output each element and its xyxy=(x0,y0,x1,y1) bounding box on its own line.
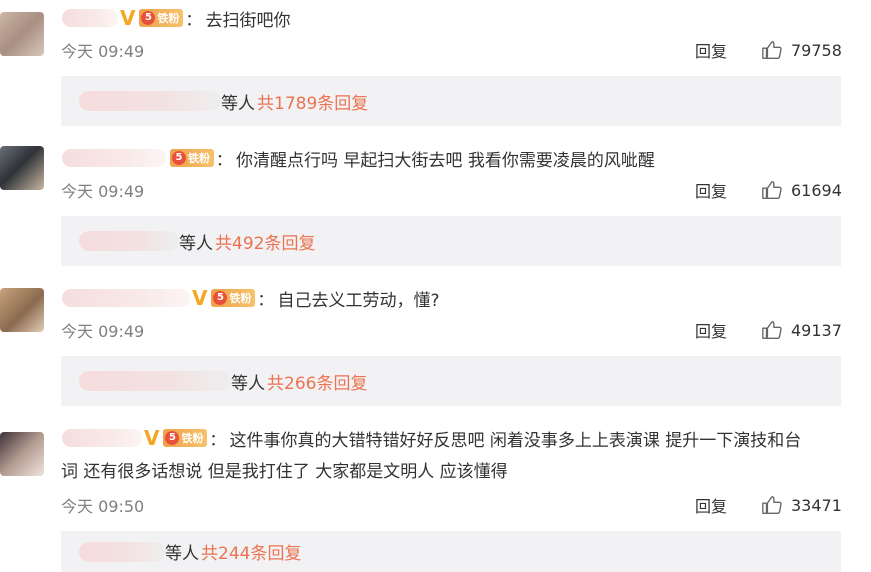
view-replies-link[interactable]: 共266条回复 xyxy=(267,369,367,394)
reply-users-blurred xyxy=(79,91,221,111)
comment-header: V 5 铁粉 ： 自己去义工劳动，懂? xyxy=(62,280,440,316)
reply-preview[interactable]: 等人 共492条回复 xyxy=(61,216,841,266)
reply-button[interactable]: 回复 xyxy=(695,493,727,517)
reply-button[interactable]: 回复 xyxy=(695,38,727,62)
verified-v-icon: V xyxy=(120,6,136,30)
like-button[interactable]: 49137 xyxy=(761,319,842,341)
reply-users-blurred xyxy=(79,371,231,391)
crown-icon: 5 xyxy=(141,11,156,25)
fan-badge-icon[interactable]: 5 铁粉 xyxy=(163,429,208,447)
thumbs-up-icon xyxy=(762,321,782,339)
fan-badge-label: 铁粉 xyxy=(157,12,180,25)
reply-suffix: 等人 xyxy=(165,544,199,564)
timestamp: 今天 09:49 xyxy=(61,42,145,61)
view-replies-link[interactable]: 共492条回复 xyxy=(215,229,315,254)
reply-preview[interactable]: 等人 共244条回复 xyxy=(61,531,841,572)
view-replies-link[interactable]: 共244条回复 xyxy=(201,539,301,564)
username-blurred[interactable] xyxy=(62,149,166,167)
reply-suffix: 等人 xyxy=(221,93,255,114)
reply-suffix: 等人 xyxy=(231,373,265,394)
reply-preview[interactable]: 等人 共1789条回复 xyxy=(61,76,841,126)
verified-v-icon: V xyxy=(144,426,160,450)
comment-meta: 今天 09:49 回复 79758 xyxy=(61,35,842,65)
timestamp: 今天 09:49 xyxy=(61,322,145,341)
colon: ： xyxy=(216,150,233,169)
avatar[interactable] xyxy=(0,432,44,476)
reply-button[interactable]: 回复 xyxy=(695,178,727,202)
fan-badge-label: 铁粉 xyxy=(229,292,252,305)
like-count: 33471 xyxy=(791,495,842,515)
avatar[interactable] xyxy=(0,146,44,190)
comment-text: 这件事你真的大错特错好好反思吧 闲着没事多上上表演课 提升一下演技和台 xyxy=(229,430,802,451)
timestamp: 今天 09:50 xyxy=(61,497,145,516)
like-count: 61694 xyxy=(791,180,842,200)
comment-header: V 5 铁粉 ： 去扫街吧你 xyxy=(62,0,291,36)
username-blurred[interactable] xyxy=(62,9,118,27)
avatar[interactable] xyxy=(0,12,44,56)
verified-v-icon: V xyxy=(192,286,208,310)
crown-icon: 5 xyxy=(213,291,228,305)
thumbs-up-icon xyxy=(762,181,782,199)
reply-suffix: 等人 xyxy=(179,233,213,254)
fan-badge-icon[interactable]: 5 铁粉 xyxy=(170,149,214,167)
colon: ： xyxy=(209,430,226,449)
thumbs-up-icon xyxy=(762,496,782,514)
fan-badge-label: 铁粉 xyxy=(181,432,204,445)
comment-header: V 5 铁粉 ： 这件事你真的大错特错好好反思吧 闲着没事多上上表演课 提升一下… xyxy=(62,420,801,456)
fan-badge-label: 铁粉 xyxy=(188,152,210,165)
comment-text: 自己去义工劳动，懂? xyxy=(277,290,440,311)
comment-text: 你清醒点行吗 早起扫大街去吧 我看你需要凌晨的风呲醒 xyxy=(236,150,655,171)
like-count: 49137 xyxy=(791,320,842,340)
reply-users-blurred xyxy=(79,231,179,251)
reply-preview[interactable]: 等人 共266条回复 xyxy=(61,356,841,406)
like-button[interactable]: 33471 xyxy=(761,494,842,516)
colon: ： xyxy=(185,10,202,29)
thumbs-up-icon xyxy=(762,41,782,59)
comment-text: 去扫街吧你 xyxy=(205,10,291,31)
comment-text-continued: 词 还有很多话想说 但是我打住了 大家都是文明人 应该懂得 xyxy=(61,462,508,482)
like-button[interactable]: 61694 xyxy=(761,179,842,201)
reply-button[interactable]: 回复 xyxy=(695,318,727,342)
comment-header: 5 铁粉 ： 你清醒点行吗 早起扫大街去吧 我看你需要凌晨的风呲醒 xyxy=(62,140,655,176)
view-replies-link[interactable]: 共1789条回复 xyxy=(257,89,368,114)
colon: ： xyxy=(257,290,274,309)
reply-users-blurred xyxy=(79,541,165,562)
like-count: 79758 xyxy=(791,40,842,60)
fan-badge-icon[interactable]: 5 铁粉 xyxy=(211,289,256,307)
username-blurred[interactable] xyxy=(62,429,142,447)
avatar[interactable] xyxy=(0,288,44,332)
comment-meta: 今天 09:49 回复 49137 xyxy=(61,315,842,345)
crown-icon: 5 xyxy=(172,151,186,165)
comment-meta: 今天 09:49 回复 61694 xyxy=(61,175,842,205)
comment-meta: 今天 09:50 回复 33471 xyxy=(61,490,842,520)
fan-badge-icon[interactable]: 5 铁粉 xyxy=(139,9,184,27)
timestamp: 今天 09:49 xyxy=(61,182,145,201)
username-blurred[interactable] xyxy=(62,289,190,307)
like-button[interactable]: 79758 xyxy=(761,39,842,61)
crown-icon: 5 xyxy=(165,431,180,445)
